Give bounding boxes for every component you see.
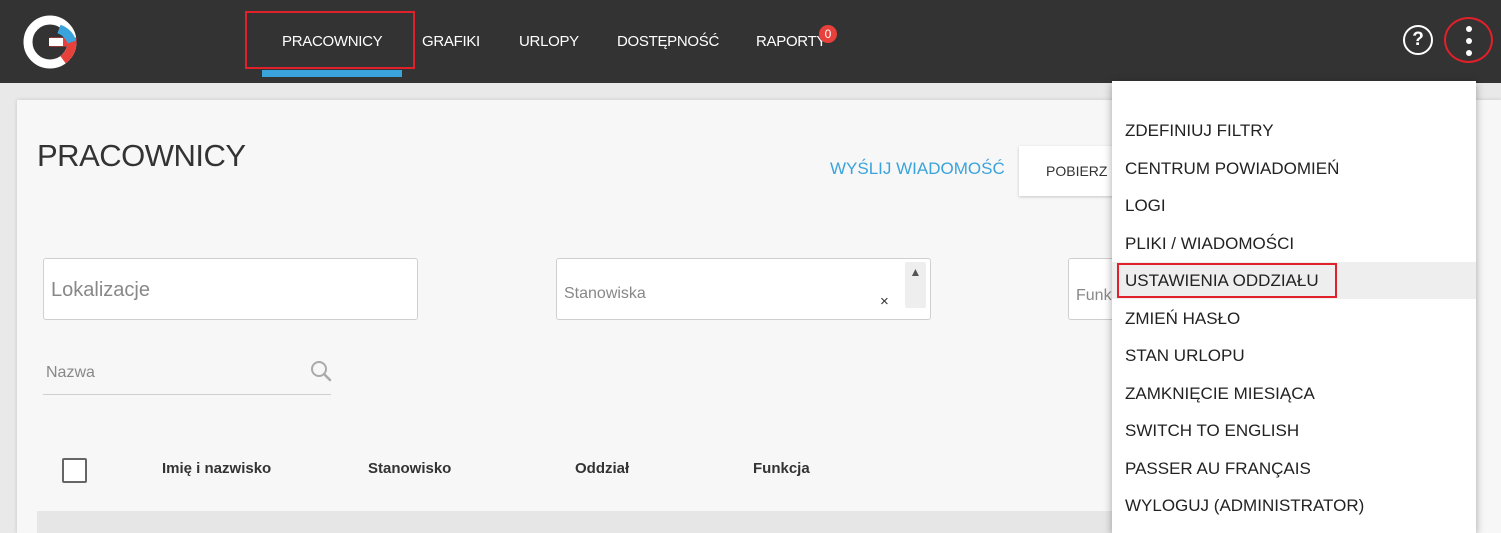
menu-item-leave-balance[interactable]: STAN URLOPU bbox=[1112, 337, 1476, 374]
column-header-function[interactable]: Funkcja bbox=[753, 460, 810, 477]
table-row bbox=[37, 511, 1112, 533]
kebab-dot-icon bbox=[1466, 38, 1472, 44]
raporty-count-badge: 0 bbox=[819, 25, 837, 43]
menu-item-logs[interactable]: LOGI bbox=[1112, 187, 1476, 224]
stanowiska-select[interactable]: Stanowiska bbox=[556, 258, 931, 320]
column-header-branch[interactable]: Oddział bbox=[575, 460, 629, 477]
nav-grafiki[interactable]: GRAFIKI bbox=[422, 0, 480, 83]
app-logo-icon[interactable] bbox=[23, 15, 77, 69]
menu-item-month-close[interactable]: ZAMKNIĘCIE MIESIĄCA bbox=[1112, 375, 1476, 412]
menu-item-notification-center[interactable]: CENTRUM POWIADOMIEŃ bbox=[1112, 150, 1476, 187]
select-all-checkbox[interactable] bbox=[62, 458, 87, 483]
more-menu-dropdown: ZDEFINIUJ FILTRY CENTRUM POWIADOMIEŃ LOG… bbox=[1112, 81, 1476, 533]
menu-item-switch-french[interactable]: PASSER AU FRANÇAIS bbox=[1112, 450, 1476, 487]
page-title: PRACOWNICY bbox=[37, 138, 246, 173]
column-header-position[interactable]: Stanowisko bbox=[368, 460, 451, 477]
funkcje-select[interactable]: Funkcje bbox=[1068, 258, 1118, 320]
send-message-link[interactable]: WYŚLIJ WIADOMOŚĆ bbox=[830, 159, 1005, 179]
search-icon[interactable] bbox=[309, 359, 333, 383]
name-search-input[interactable] bbox=[43, 351, 331, 395]
scroll-up-icon[interactable]: ▲ bbox=[905, 262, 926, 308]
nav-dostepnosc[interactable]: DOSTĘPNOŚĆ bbox=[617, 0, 719, 83]
more-menu-button[interactable] bbox=[1444, 17, 1493, 63]
menu-item-define-filters[interactable]: ZDEFINIUJ FILTRY bbox=[1112, 112, 1476, 149]
menu-item-files-messages[interactable]: PLIKI / WIADOMOŚCI bbox=[1112, 225, 1476, 262]
menu-item-switch-english[interactable]: SWITCH TO ENGLISH bbox=[1112, 412, 1476, 449]
kebab-dot-icon bbox=[1466, 50, 1472, 56]
menu-item-change-password[interactable]: ZMIEŃ HASŁO bbox=[1112, 300, 1476, 337]
nav-raporty[interactable]: RAPORTY bbox=[756, 0, 826, 83]
help-button[interactable]: ? bbox=[1403, 25, 1433, 55]
top-navigation-bar: PRACOWNICY GRAFIKI URLOPY DOSTĘPNOŚĆ RAP… bbox=[0, 0, 1501, 83]
column-header-name[interactable]: Imię i nazwisko bbox=[162, 460, 271, 477]
highlight-box-nav bbox=[245, 11, 415, 69]
menu-item-logout[interactable]: WYLOGUJ (ADMINISTRATOR) bbox=[1112, 487, 1476, 524]
lokalizacje-select[interactable]: Lokalizacje bbox=[43, 258, 418, 320]
clear-icon[interactable]: × bbox=[880, 293, 889, 310]
active-tab-indicator bbox=[262, 70, 402, 77]
highlight-box-branch-settings bbox=[1117, 263, 1337, 298]
download-button[interactable]: POBIERZ bbox=[1019, 146, 1119, 196]
nav-urlopy[interactable]: URLOPY bbox=[519, 0, 579, 83]
kebab-dot-icon bbox=[1466, 26, 1472, 32]
